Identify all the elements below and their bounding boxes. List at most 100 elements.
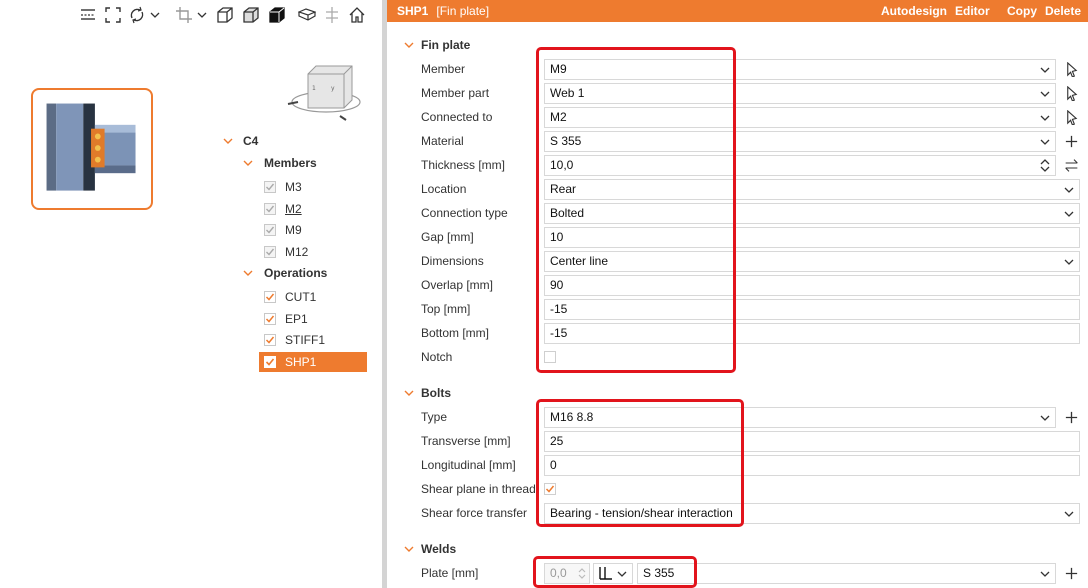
dimensions-label: Dimensions <box>421 254 484 268</box>
checkbox[interactable] <box>264 291 276 303</box>
editor-button[interactable]: Editor <box>955 4 990 18</box>
longitudinal-input[interactable]: 0 <box>544 455 1080 476</box>
connection-type-label: Connection type <box>421 206 508 220</box>
add-icon[interactable] <box>1063 565 1079 581</box>
chevron-down-icon <box>1040 91 1050 97</box>
dimensions-value: Center line <box>550 254 609 268</box>
tree-item-label: M9 <box>285 223 302 237</box>
weld-type-select[interactable] <box>593 563 633 584</box>
solid-cube-icon[interactable] <box>267 5 287 25</box>
shear-plane-checkbox[interactable] <box>544 483 556 495</box>
ruler-icon[interactable] <box>78 5 98 25</box>
tree-group-operations[interactable]: Operations <box>242 263 327 283</box>
spinner-icon[interactable] <box>1040 158 1050 173</box>
material-select[interactable]: S 355 <box>544 131 1056 152</box>
top-label: Top [mm] <box>421 302 471 316</box>
connection-type-select[interactable]: Bolted <box>544 203 1080 224</box>
checkbox[interactable] <box>264 181 276 193</box>
swap-icon[interactable] <box>1062 157 1080 173</box>
tree-item-member[interactable]: M12 <box>264 242 308 262</box>
chevron-down-icon <box>1040 139 1050 145</box>
section-welds[interactable]: Welds <box>403 540 456 558</box>
section-bolts[interactable]: Bolts <box>403 384 451 402</box>
transparent-cube-icon[interactable] <box>241 5 261 25</box>
section-title: Fin plate <box>421 38 471 52</box>
delete-button[interactable]: Delete <box>1045 4 1081 18</box>
section-title: Welds <box>421 542 457 556</box>
checkbox[interactable] <box>264 203 276 215</box>
gap-input[interactable]: 10 <box>544 227 1080 248</box>
autodesign-button[interactable]: Autodesign <box>881 4 947 18</box>
overlap-input[interactable]: 90 <box>544 275 1080 296</box>
rotate-icon[interactable] <box>127 5 147 25</box>
chevron-down-icon[interactable] <box>403 387 415 399</box>
fit-view-icon[interactable] <box>103 5 123 25</box>
plate-view-icon[interactable] <box>297 5 317 25</box>
double-fillet-weld-icon <box>599 567 612 580</box>
shear-force-select[interactable]: Bearing - tension/shear interaction <box>544 503 1080 524</box>
top-input[interactable]: -15 <box>544 299 1080 320</box>
member-part-select[interactable]: Web 1 <box>544 83 1056 104</box>
bolt-type-select[interactable]: M16 8.8 <box>544 407 1056 428</box>
weld-size-input[interactable]: 0,0 <box>544 563 590 584</box>
chevron-down-icon <box>1064 211 1074 217</box>
transverse-input[interactable]: 25 <box>544 431 1080 452</box>
tree-group-label: Operations <box>264 266 328 280</box>
tree-item-operation[interactable]: STIFF1 <box>264 330 325 350</box>
checkmark-icon <box>265 293 275 301</box>
section-cut-icon[interactable] <box>322 5 342 25</box>
wireframe-cube-icon[interactable] <box>215 5 235 25</box>
home-icon[interactable] <box>347 5 367 25</box>
weld-material-select[interactable]: S 355 <box>637 563 1056 584</box>
checkbox[interactable] <box>264 224 276 236</box>
section-fin-plate[interactable]: Fin plate <box>403 36 470 54</box>
connection-thumbnail[interactable] <box>31 88 153 210</box>
location-select[interactable]: Rear <box>544 179 1080 200</box>
checkbox[interactable] <box>264 313 276 325</box>
shear-plane-label: Shear plane in thread <box>421 482 536 496</box>
notch-label: Notch <box>421 350 453 364</box>
tree-item-label: M3 <box>285 180 302 194</box>
tree-item-operation-selected[interactable]: SHP1 <box>259 352 367 372</box>
checkmark-icon <box>265 358 275 366</box>
chevron-down-icon[interactable] <box>403 543 415 555</box>
chevron-down-icon[interactable] <box>242 267 254 279</box>
bottom-input[interactable]: -15 <box>544 323 1080 344</box>
crop-icon[interactable] <box>174 5 194 25</box>
tree-item-operation[interactable]: CUT1 <box>264 287 316 307</box>
thickness-label: Thickness [mm] <box>421 158 506 172</box>
cursor-pick-icon[interactable] <box>1063 109 1079 125</box>
cursor-pick-icon[interactable] <box>1063 61 1079 77</box>
member-part-value: Web 1 <box>550 86 585 100</box>
thickness-input[interactable]: 10,0 <box>544 155 1056 176</box>
tree-item-member[interactable]: M2 <box>264 199 302 219</box>
chevron-down-icon <box>1040 115 1050 121</box>
connected-to-select[interactable]: M2 <box>544 107 1056 128</box>
tree-item-operation[interactable]: EP1 <box>264 309 308 329</box>
navigation-cube[interactable]: 1 y <box>284 58 364 124</box>
tree-node-root[interactable]: C4 <box>222 131 258 151</box>
transverse-label: Transverse [mm] <box>421 434 511 448</box>
operation-type: [Fin plate] <box>436 4 490 18</box>
notch-checkbox[interactable] <box>544 351 556 363</box>
chevron-down-icon[interactable] <box>149 5 161 25</box>
tree-item-member[interactable]: M3 <box>264 177 302 197</box>
checkbox[interactable] <box>264 334 276 346</box>
bottom-label: Bottom [mm] <box>421 326 490 340</box>
chevron-down-icon[interactable] <box>196 5 208 25</box>
checkbox[interactable] <box>264 246 276 258</box>
transverse-value: 25 <box>550 434 564 448</box>
dimensions-select[interactable]: Center line <box>544 251 1080 272</box>
add-icon[interactable] <box>1063 409 1079 425</box>
tree-group-members[interactable]: Members <box>242 153 317 173</box>
checkbox[interactable] <box>264 356 276 368</box>
member-select[interactable]: M9 <box>544 59 1056 80</box>
chevron-down-icon[interactable] <box>403 39 415 51</box>
chevron-down-icon[interactable] <box>242 157 254 169</box>
tree-item-member[interactable]: M9 <box>264 220 302 240</box>
copy-button[interactable]: Copy <box>1007 4 1037 18</box>
chevron-down-icon[interactable] <box>222 135 234 147</box>
cursor-pick-icon[interactable] <box>1063 85 1079 101</box>
add-icon[interactable] <box>1063 133 1079 149</box>
bolt-type-label: Type <box>421 410 448 424</box>
